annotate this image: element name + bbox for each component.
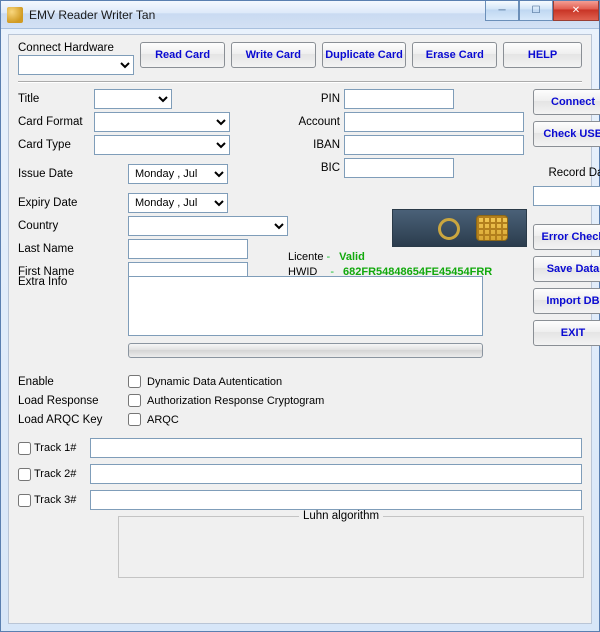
window-title: EMV Reader Writer Tan bbox=[29, 8, 155, 22]
write-card-button[interactable]: Write Card bbox=[231, 42, 316, 68]
issuedate-select[interactable]: Monday , Jul bbox=[128, 164, 228, 184]
bic-input[interactable] bbox=[344, 158, 454, 178]
licente-label: Licente bbox=[288, 251, 323, 263]
close-button[interactable]: ✕ bbox=[553, 1, 599, 21]
maximize-button[interactable]: ☐ bbox=[519, 1, 553, 21]
dda-label: Dynamic Data Autentication bbox=[147, 376, 282, 388]
track2-label: Track 2# bbox=[34, 468, 90, 480]
country-select[interactable] bbox=[128, 216, 288, 236]
save-data-button[interactable]: Save Data bbox=[533, 256, 600, 282]
expiry-select[interactable]: Monday , Jul bbox=[128, 193, 228, 213]
iban-input[interactable] bbox=[344, 135, 524, 155]
account-input[interactable] bbox=[344, 112, 524, 132]
hardware-select[interactable] bbox=[18, 55, 134, 75]
pin-input[interactable] bbox=[344, 89, 454, 109]
loadresp-label: Load Response bbox=[18, 395, 128, 407]
arc-checkbox[interactable] bbox=[128, 394, 141, 407]
luhn-groupbox: Luhn algorithm bbox=[118, 516, 584, 578]
recorddate-input[interactable] bbox=[533, 186, 600, 206]
exit-button[interactable]: EXIT bbox=[533, 320, 600, 346]
keyring-icon bbox=[438, 218, 460, 240]
track3-label: Track 3# bbox=[34, 494, 90, 506]
dda-checkbox[interactable] bbox=[128, 375, 141, 388]
lastname-label: Last Name bbox=[18, 243, 128, 255]
arqc-checkbox[interactable] bbox=[128, 413, 141, 426]
track2-checkbox[interactable] bbox=[18, 468, 31, 481]
progress-bar bbox=[128, 343, 483, 358]
minimize-button[interactable]: ─ bbox=[485, 1, 519, 21]
read-card-button[interactable]: Read Card bbox=[140, 42, 225, 68]
erase-card-button[interactable]: Erase Card bbox=[412, 42, 497, 68]
luhn-label: Luhn algorithm bbox=[299, 510, 383, 522]
track3-checkbox[interactable] bbox=[18, 494, 31, 507]
issuedate-label: Issue Date bbox=[18, 168, 128, 180]
track3-input[interactable] bbox=[90, 490, 582, 510]
error-check-button[interactable]: Error Check bbox=[533, 224, 600, 250]
track1-label: Track 1# bbox=[34, 442, 90, 454]
chip-image bbox=[392, 209, 527, 247]
client-area: Connect Hardware Read Card Write Card Du… bbox=[8, 34, 592, 624]
account-label: Account bbox=[288, 116, 344, 128]
chip-icon bbox=[476, 215, 508, 241]
app-window: EMV Reader Writer Tan ─ ☐ ✕ Connect Hard… bbox=[0, 0, 600, 632]
titlebar: EMV Reader Writer Tan ─ ☐ ✕ bbox=[1, 1, 599, 29]
import-db-button[interactable]: Import DB bbox=[533, 288, 600, 314]
cardtype-select[interactable] bbox=[94, 135, 230, 155]
connect-button[interactable]: Connect bbox=[533, 89, 600, 115]
recorddate-label: Record Date bbox=[548, 167, 600, 179]
pin-label: PIN bbox=[288, 93, 344, 105]
license-status: Valid bbox=[339, 251, 365, 263]
arc-label: Authorization Response Cryptogram bbox=[147, 395, 324, 407]
help-button[interactable]: HELP bbox=[503, 42, 582, 68]
connect-hardware-label: Connect Hardware bbox=[18, 42, 134, 54]
bic-label: BIC bbox=[288, 162, 344, 174]
app-icon bbox=[7, 7, 23, 23]
check-usb-button[interactable]: Check USB bbox=[533, 121, 600, 147]
title-select[interactable] bbox=[94, 89, 172, 109]
duplicate-card-button[interactable]: Duplicate Card bbox=[322, 42, 407, 68]
track2-input[interactable] bbox=[90, 464, 582, 484]
cardformat-select[interactable] bbox=[94, 112, 230, 132]
cardtype-label: Card Type bbox=[18, 139, 94, 151]
extrainfo-label: Extra Info bbox=[18, 276, 128, 288]
title-label: Title bbox=[18, 93, 94, 105]
track1-checkbox[interactable] bbox=[18, 442, 31, 455]
track1-input[interactable] bbox=[90, 438, 582, 458]
iban-label: IBAN bbox=[288, 139, 344, 151]
cardformat-label: Card Format bbox=[18, 116, 94, 128]
arqc-label: ARQC bbox=[147, 414, 179, 426]
lastname-input[interactable] bbox=[128, 239, 248, 259]
loadarqc-label: Load ARQC Key bbox=[18, 414, 128, 426]
enable-label: Enable bbox=[18, 376, 128, 388]
extrainfo-input[interactable] bbox=[128, 276, 483, 336]
country-label: Country bbox=[18, 220, 128, 232]
expiry-label: Expiry Date bbox=[18, 197, 128, 209]
